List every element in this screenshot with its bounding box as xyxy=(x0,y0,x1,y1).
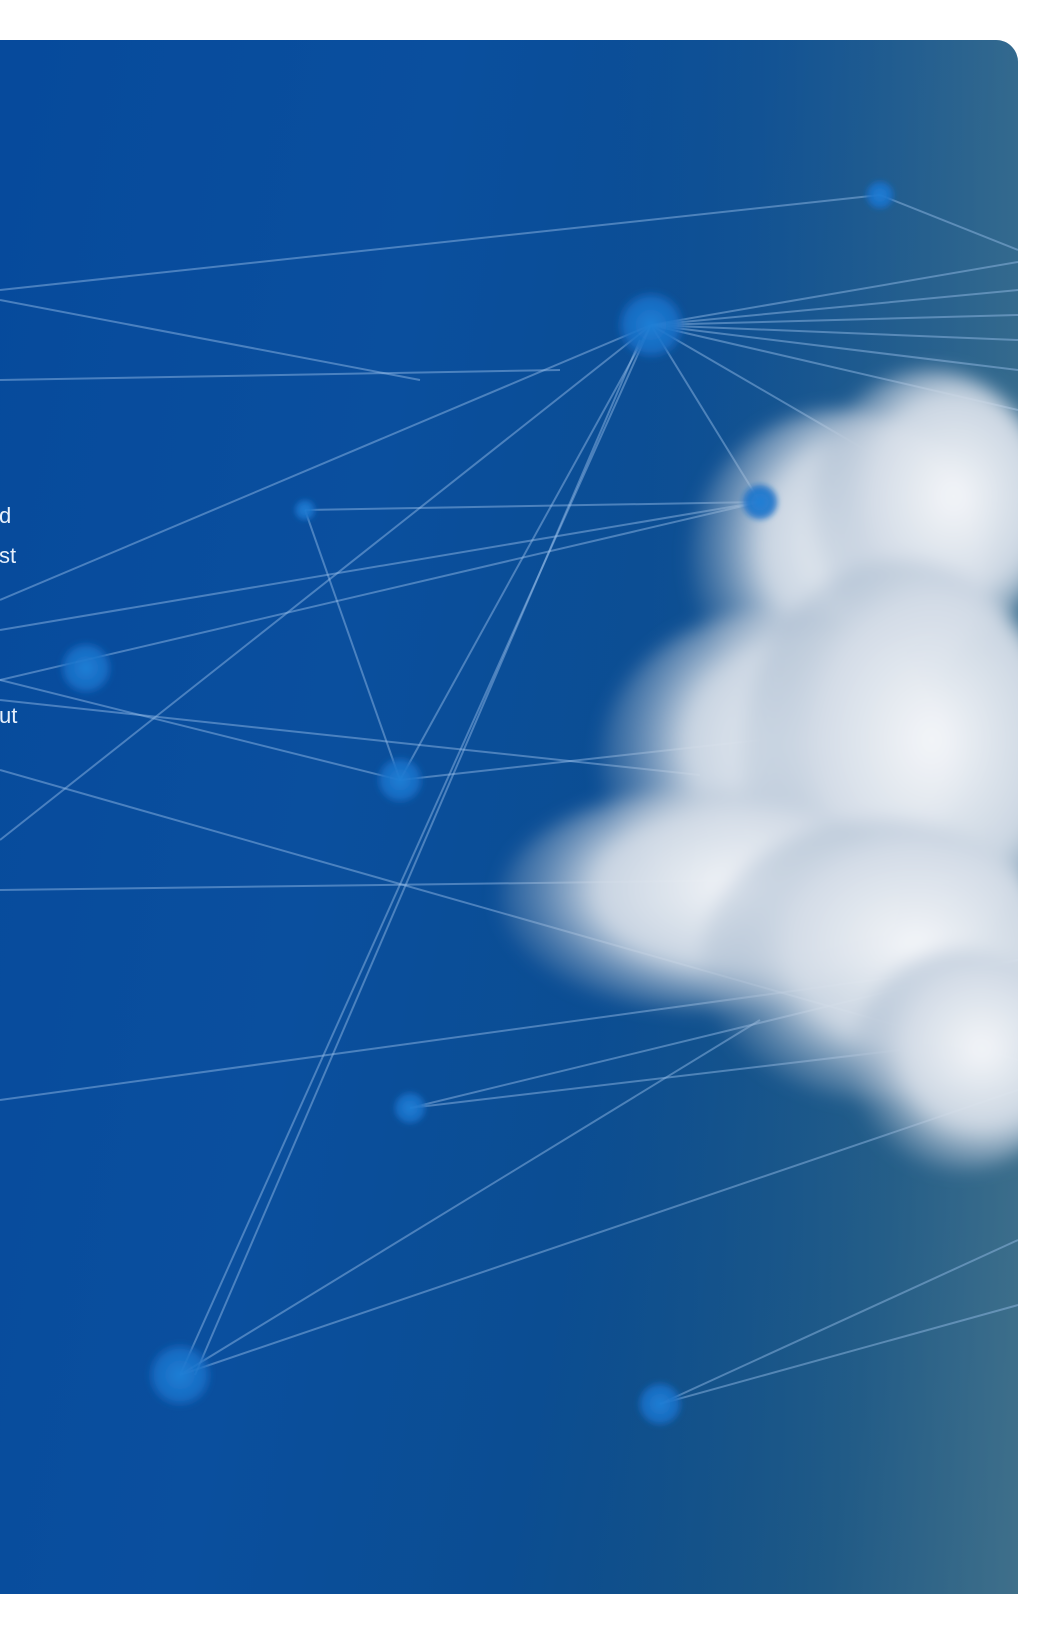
network-node xyxy=(146,1341,214,1409)
network-node xyxy=(740,482,780,522)
network-node xyxy=(392,1090,428,1126)
network-node xyxy=(615,289,687,361)
page: d st ut xyxy=(0,0,1056,1632)
network-node xyxy=(58,640,114,696)
network-node xyxy=(864,179,896,211)
network-node xyxy=(636,1380,684,1428)
hero-text-fragment-2: st xyxy=(0,543,17,568)
network-node xyxy=(375,755,425,805)
hero-banner: d st ut xyxy=(0,40,1018,1594)
network-cloud-illustration xyxy=(0,40,1018,1594)
hero-text-fragment-3: ut xyxy=(0,703,18,728)
hero-text-fragment-1: d xyxy=(0,503,12,528)
network-node xyxy=(293,498,317,522)
